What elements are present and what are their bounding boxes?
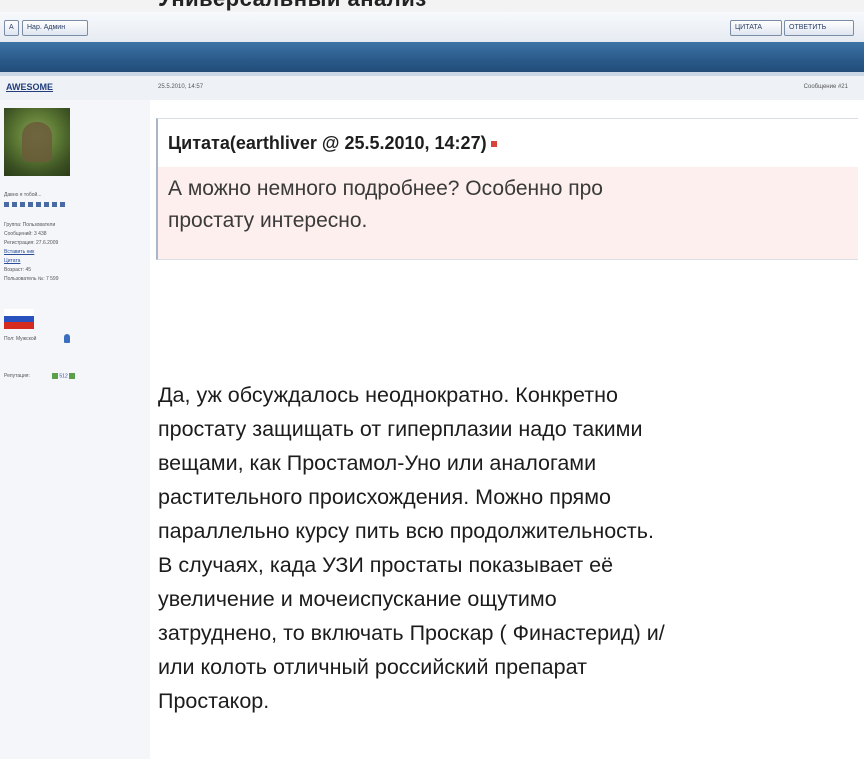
message-count: Сообщений: 3 438 [4,231,47,237]
male-icon [64,334,70,343]
reply-line: растительного происхождения. Можно прямо [158,485,611,509]
flag-stripe-white [4,309,34,316]
user-number: Пользователь №: 7 599 [4,276,59,282]
online-status: Давно я тобой... [4,192,42,198]
reply-line: простату защищать от гиперплазии надо та… [158,417,643,441]
reply-text: Да, уж обсуждалось неоднократно. Конкрет… [158,378,848,718]
rank-blocks [4,202,66,207]
quote-line: простату интересно. [168,209,368,232]
flag-stripe-blue [4,315,34,323]
user-age: Возраст: 45 [4,267,32,273]
insert-nick-link[interactable]: Вставить ник [4,249,34,256]
quote-line: А можно немного подробнее? Особенно про [168,177,603,200]
reply-line: Простакор. [158,689,270,713]
author-sidebar: Давно я тобой... Группа: Пользователи Со… [0,100,151,759]
user-gender: Пол: Мужской [4,336,37,342]
quote-link-icon[interactable] [490,141,497,148]
reply-line: В случаях, када УЗИ простаты показывает … [158,553,614,577]
post-number[interactable]: Сообщение #21 [804,84,848,90]
quote-header-text: Цитата(earthliver @ 25.5.2010, 14:27) [168,133,487,153]
post-content: Цитата(earthliver @ 25.5.2010, 14:27) А … [150,100,864,759]
quote-block: Цитата(earthliver @ 25.5.2010, 14:27) А … [156,118,858,260]
admin-button[interactable]: Нар. Админ [22,20,88,36]
quote-text: А можно немного подробнее? Особенно про … [168,173,808,237]
avatar-figure [22,122,52,162]
post-date: 25.5.2010, 14:57 [158,84,204,90]
reply-line: вещами, как Простамол-Уно или аналогами [158,451,597,475]
quote-header: Цитата(earthliver @ 25.5.2010, 14:27) [168,133,497,154]
font-button[interactable]: A [4,20,19,36]
reputation-value: 512 [59,373,68,380]
post-toolbar: A Нар. Админ ЦИТАТА ОТВЕТИТЬ [0,12,864,43]
avatar[interactable] [4,108,70,176]
reply-line: затруднено, то включать Проскар ( Финаст… [158,621,665,645]
rep-minus-icon[interactable] [52,373,58,379]
reputation-label: Репутация: [4,373,30,379]
reply-line: Да, уж обсуждалось неоднократно. Конкрет… [158,383,618,407]
reply-line: или колоть отличный российский препарат [158,655,587,679]
rep-plus-icon[interactable] [69,373,76,379]
quote-button[interactable]: ЦИТАТА [730,20,782,36]
post-header: AWESOME 25.5.2010, 14:57 Сообщение #21 [0,76,864,101]
registration-date: Регистрация: 27.6.2009 [4,240,59,246]
topic-title: Универсальный анализ [158,0,427,12]
quote-link[interactable]: Цитата [4,258,20,265]
author-name[interactable]: AWESOME [6,82,53,92]
post-separator-band [0,42,864,72]
flag-stripe-red [4,322,34,329]
reply-line: параллельно курсу пить всю продолжительн… [158,519,654,543]
reply-button[interactable]: ОТВЕТИТЬ [784,20,854,36]
user-group: Группа: Пользователи [4,222,56,228]
reply-line: увеличение и мочеиспускание ощутимо [158,587,557,611]
reputation-row: 512 [52,373,76,380]
russia-flag-icon [4,309,34,329]
